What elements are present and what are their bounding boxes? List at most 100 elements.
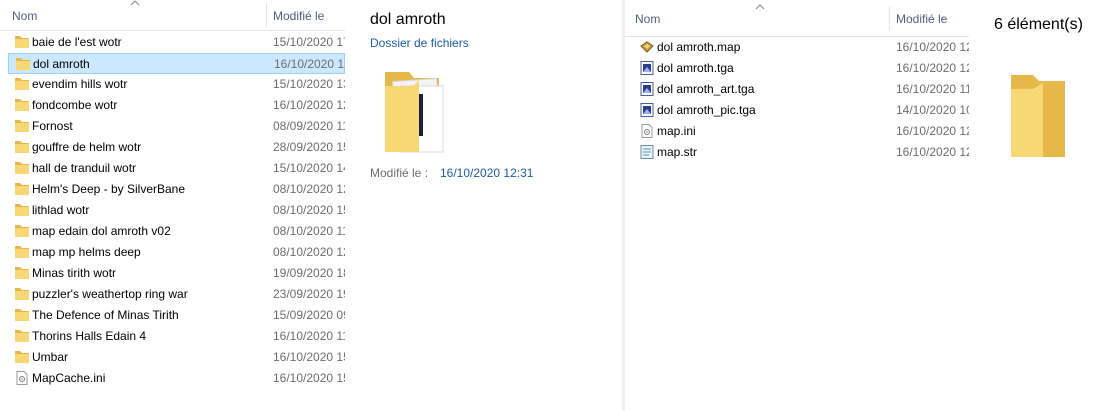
- folder-icon: [15, 99, 29, 111]
- file-modified-date: 16/10/2020 15: [273, 371, 345, 385]
- file-modified-date: 16/10/2020 12: [896, 124, 969, 138]
- tga-file-icon: [640, 103, 654, 117]
- file-row[interactable]: fondcombe wotr 16/10/2020 12: [8, 95, 345, 116]
- file-row[interactable]: dol amroth.map 16/10/2020 12: [633, 37, 969, 58]
- file-name: gouffre de helm wotr: [32, 140, 142, 154]
- file-modified-date: 19/09/2020 18: [273, 266, 345, 280]
- folder-icon: [15, 36, 29, 48]
- left-file-list: Nom Modifié le baie de l'est wotr 15/10/2…: [0, 0, 345, 411]
- folder-icon: [15, 267, 29, 279]
- file-row[interactable]: lithlad wotr 08/10/2020 15: [8, 200, 345, 221]
- file-row[interactable]: map mp helms deep 08/10/2020 12: [8, 242, 345, 263]
- file-row[interactable]: map.ini 16/10/2020 12: [633, 121, 969, 142]
- column-separator[interactable]: [266, 3, 267, 27]
- file-row[interactable]: Thorins Halls Edain 4 16/10/2020 11: [8, 326, 345, 347]
- file-row[interactable]: Umbar 16/10/2020 15: [8, 347, 345, 368]
- file-name: evendim hills wotr: [32, 77, 128, 91]
- file-row[interactable]: dol amroth.tga 16/10/2020 12: [633, 58, 969, 79]
- folder-icon: [15, 78, 29, 90]
- folder-icon: [15, 120, 29, 132]
- file-modified-date: 08/10/2020 12: [273, 245, 345, 259]
- file-name: baie de l'est wotr: [32, 35, 122, 49]
- folder-preview-icon: [1011, 75, 1065, 157]
- file-name: Thorins Halls Edain 4: [32, 329, 147, 343]
- tga-file-icon: [640, 61, 654, 75]
- str-file-icon: [640, 145, 654, 159]
- column-header-name[interactable]: Nom: [12, 9, 37, 23]
- item-count: 6 élément(s): [994, 16, 1083, 33]
- file-row[interactable]: baie de l'est wotr 15/10/2020 17: [8, 32, 345, 53]
- file-row[interactable]: map edain dol amroth v02 08/10/2020 11: [8, 221, 345, 242]
- file-row[interactable]: map.str 16/10/2020 12: [633, 142, 969, 163]
- file-name: Helm's Deep - by SilverBane: [32, 182, 186, 196]
- folder-icon: [15, 204, 29, 216]
- folder-icon: [15, 246, 29, 258]
- file-name: dol amroth_art.tga: [657, 82, 755, 96]
- file-modified-date: 16/10/2020 11: [896, 82, 969, 96]
- folder-icon: [15, 309, 29, 321]
- preview-modified-value: 16/10/2020 12:31: [440, 166, 534, 180]
- file-modified-date: 16/10/2020 12: [896, 145, 969, 159]
- folder-icon: [15, 351, 29, 363]
- sort-up-icon: [130, 0, 140, 6]
- file-modified-date: 08/10/2020 11: [273, 224, 345, 238]
- file-name: map.ini: [657, 124, 696, 138]
- file-name: Minas tirith wotr: [32, 266, 117, 280]
- file-modified-date: 08/10/2020 15: [273, 203, 345, 217]
- column-header-name[interactable]: Nom: [635, 12, 660, 26]
- file-row[interactable]: Helm's Deep - by SilverBane 08/10/2020 12: [8, 179, 345, 200]
- file-name: fondcombe wotr: [32, 98, 118, 112]
- file-modified-date: 16/10/2020 11: [273, 329, 345, 343]
- map-file-icon: [640, 41, 654, 53]
- file-modified-date: 16/10/2020 15: [273, 350, 345, 364]
- file-row[interactable]: dol amroth 16/10/2020 12: [8, 53, 345, 74]
- file-name: dol amroth: [33, 57, 90, 71]
- column-header-modified[interactable]: Modifié le: [896, 12, 947, 26]
- file-row[interactable]: hall de tranduil wotr 15/10/2020 14: [8, 158, 345, 179]
- folder-icon: [15, 225, 29, 237]
- file-modified-date: 16/10/2020 12: [274, 57, 345, 71]
- left-list-header: Nom Modifié le: [0, 0, 345, 31]
- preview-modified-label: Modifié le :: [370, 166, 429, 180]
- file-row[interactable]: MapCache.ini 16/10/2020 15: [8, 368, 345, 389]
- file-modified-date: 28/09/2020 15: [273, 140, 345, 154]
- preview-title: dol amroth: [370, 11, 446, 28]
- right-preview-pane: 6 élément(s): [969, 0, 1115, 411]
- file-row[interactable]: Minas tirith wotr 19/09/2020 18: [8, 263, 345, 284]
- file-modified-date: 08/10/2020 12: [273, 182, 345, 196]
- right-file-list: Nom Modifié le dol amroth.map 16/10/2020 …: [625, 0, 969, 411]
- file-modified-date: 16/10/2020 12: [896, 61, 969, 75]
- folder-icon: [15, 141, 29, 153]
- file-name: map.str: [657, 145, 698, 159]
- folder-icon: [15, 288, 29, 300]
- folder-icon: [15, 183, 29, 195]
- ini-file-icon: [16, 371, 28, 385]
- file-row[interactable]: evendim hills wotr 15/10/2020 13: [8, 74, 345, 95]
- file-modified-date: 16/10/2020 12: [896, 40, 969, 54]
- file-row[interactable]: Fornost 08/09/2020 11: [8, 116, 345, 137]
- folder-icon: [15, 330, 29, 342]
- file-name: lithlad wotr: [32, 203, 90, 217]
- file-modified-date: 16/10/2020 12: [273, 98, 345, 112]
- ini-file-icon: [641, 124, 653, 138]
- folder-icon: [16, 58, 30, 70]
- file-modified-date: 14/10/2020 10: [896, 103, 969, 117]
- file-row[interactable]: The Defence of Minas Tirith 15/09/2020 09: [8, 305, 345, 326]
- sort-up-icon: [755, 4, 765, 10]
- file-row[interactable]: dol amroth_art.tga 16/10/2020 11: [633, 79, 969, 100]
- file-name: Umbar: [32, 350, 69, 364]
- file-name: The Defence of Minas Tirith: [32, 308, 179, 322]
- file-row[interactable]: gouffre de helm wotr 28/09/2020 15: [8, 137, 345, 158]
- file-name: dol amroth_pic.tga: [657, 103, 756, 117]
- file-name: MapCache.ini: [32, 371, 106, 385]
- tga-file-icon: [640, 82, 654, 96]
- column-header-modified[interactable]: Modifié le: [273, 9, 324, 23]
- file-modified-date: 08/09/2020 11: [273, 119, 345, 133]
- file-modified-date: 15/10/2020 13: [273, 77, 345, 91]
- folder-preview-icon: [385, 72, 444, 153]
- column-separator[interactable]: [889, 6, 890, 30]
- file-row[interactable]: dol amroth_pic.tga 14/10/2020 10: [633, 100, 969, 121]
- file-name: hall de tranduil wotr: [32, 161, 137, 175]
- right-list-header: Nom Modifié le: [625, 0, 969, 37]
- file-row[interactable]: puzzler's weathertop ring war 23/09/2020 …: [8, 284, 345, 305]
